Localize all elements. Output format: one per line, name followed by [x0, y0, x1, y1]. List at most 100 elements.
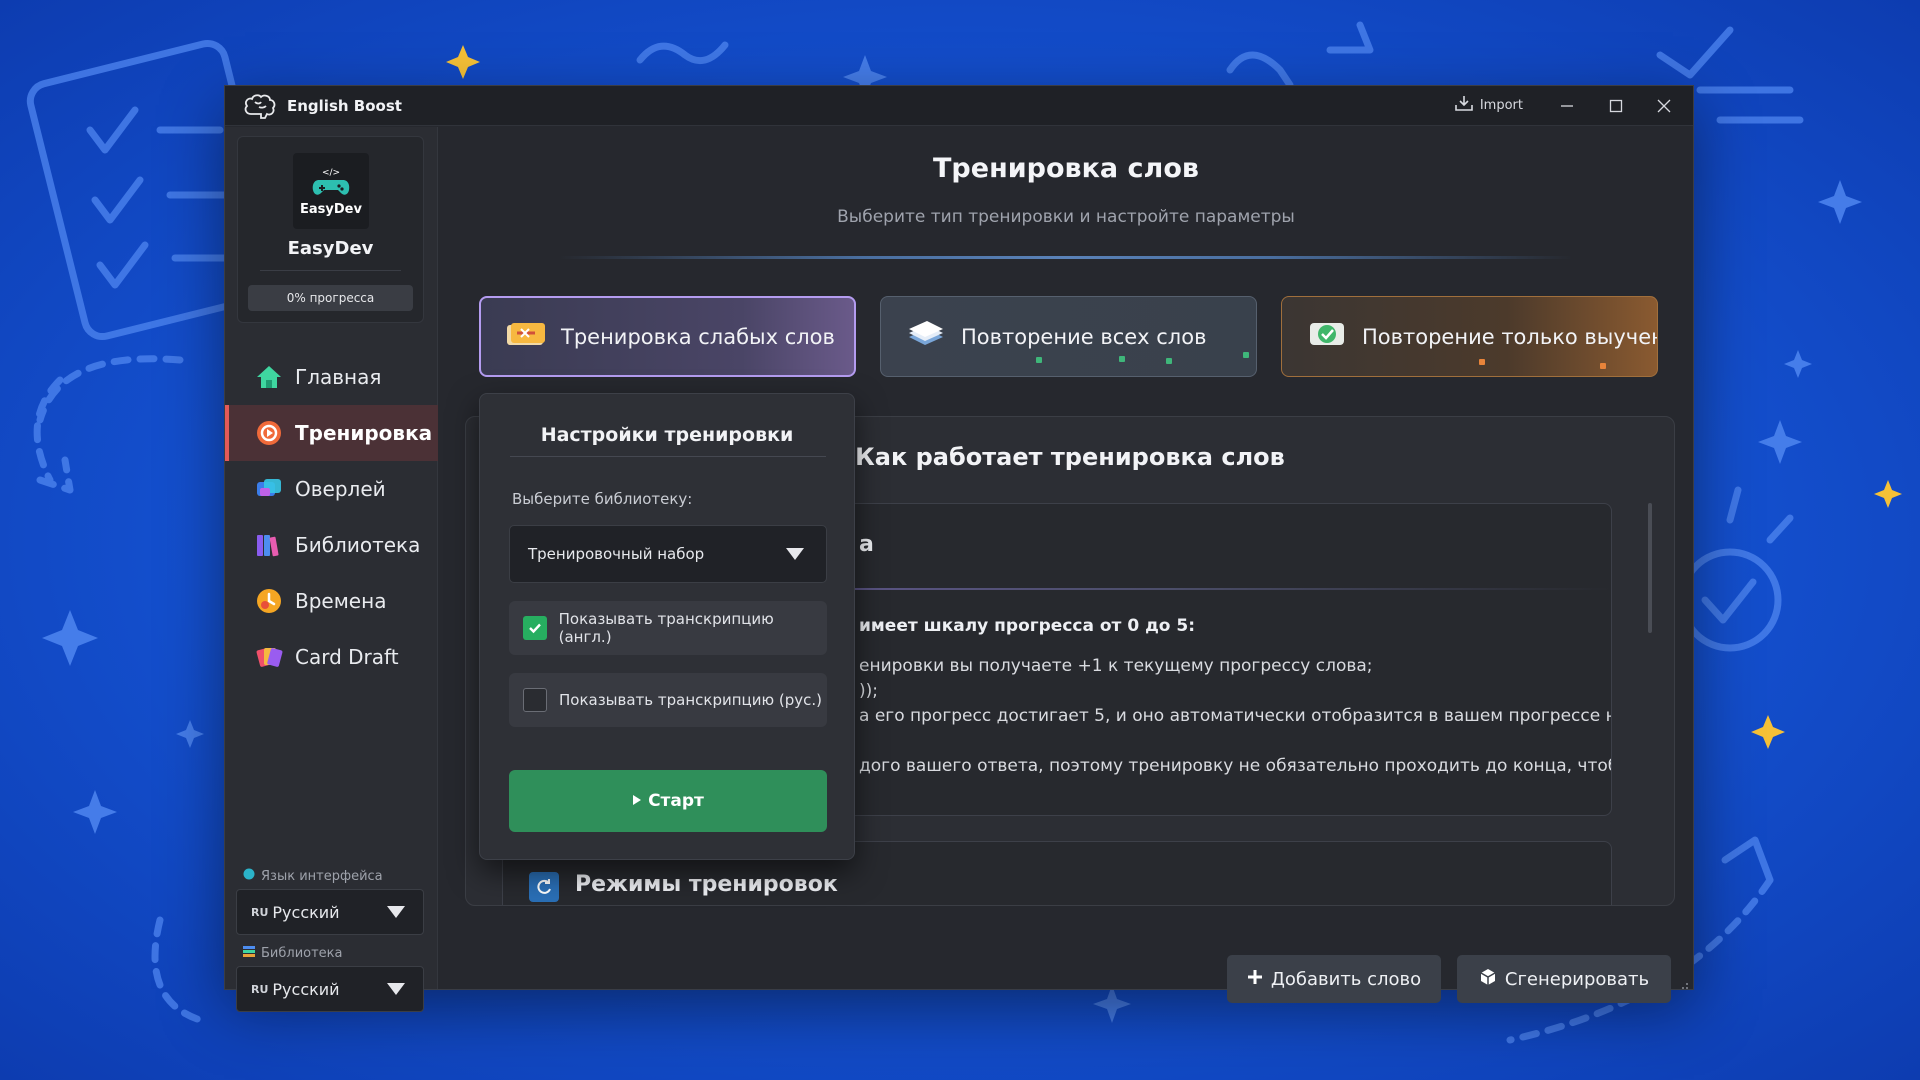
sidebar-item-label: Библиотека [295, 533, 421, 557]
generate-button[interactable]: Сгенерировать [1457, 955, 1671, 1003]
app-title: English Boost [287, 96, 402, 115]
close-icon [1657, 99, 1671, 113]
checkbox-unchecked-icon[interactable] [523, 688, 547, 712]
page-title: Тренировка слов [933, 153, 1199, 184]
sidebar-item-library[interactable]: Библиотека [225, 517, 438, 573]
card-draft-icon [255, 643, 283, 671]
gamepad-icon: </> [312, 168, 350, 195]
learned-words-icon [1306, 319, 1348, 354]
mode-label: Тренировка слабых слов [561, 324, 835, 349]
interface-language-label: Язык интерфейса [243, 868, 383, 884]
scrollbar[interactable] [1648, 503, 1652, 633]
brain-logo-icon [243, 91, 277, 121]
library-language-label: Библиотека [243, 945, 343, 961]
overlay-icon [255, 475, 283, 503]
app-window: English Boost Import </> EasyDev EasyDev… [224, 85, 1694, 1012]
training-settings-popup: Настройки тренировки Выберите библиотеку… [479, 393, 855, 860]
cube-icon [1479, 968, 1497, 991]
sidebar-item-label: Тренировка [295, 421, 433, 445]
maximize-button[interactable] [1601, 92, 1631, 120]
play-icon [632, 791, 642, 811]
sidebar: </> EasyDev EasyDev 0% прогресса Главная [225, 127, 438, 1012]
info-line: )); [859, 681, 878, 701]
info-line: имеет шкалу прогресса от 0 до 5: [859, 616, 1196, 636]
show-transcription-en-checkbox[interactable]: Показывать транскрипцию (англ.) [509, 601, 827, 655]
library-language-label-text: Библиотека [261, 945, 343, 961]
import-label: Import [1479, 97, 1523, 113]
mode-weak-words[interactable]: Тренировка слабых слов [479, 296, 856, 377]
close-button[interactable] [1649, 92, 1679, 120]
mode-learned-words[interactable]: Повторение только выученн [1281, 296, 1658, 377]
chevron-down-icon [387, 906, 405, 918]
refresh-icon [529, 872, 559, 902]
sidebar-item-training[interactable]: Тренировка [225, 405, 438, 461]
import-icon [1454, 94, 1474, 116]
show-transcription-ru-checkbox[interactable]: Показывать транскрипцию (рус.) [509, 673, 827, 727]
weak-words-icon [505, 319, 547, 354]
maximize-icon [1609, 99, 1623, 113]
svg-text:</>: </> [322, 168, 340, 178]
minimize-icon [1561, 105, 1573, 107]
sidebar-item-home[interactable]: Главная [225, 349, 438, 405]
settings-title: Настройки тренировки [540, 424, 794, 446]
library-icon [255, 531, 283, 559]
info-line: а его прогресс достигает 5, и оно автома… [859, 706, 1612, 726]
sidebar-item-label: Времена [295, 589, 387, 613]
library-label: Выберите библиотеку: [512, 490, 693, 508]
chevron-down-icon [786, 548, 804, 560]
resize-grip-icon[interactable] [1679, 975, 1689, 989]
library-select-value: Тренировочный набор [528, 545, 705, 563]
start-button[interactable]: Старт [509, 770, 827, 832]
interface-language-label-text: Язык интерфейса [261, 868, 383, 884]
sidebar-nav: Главная Тренировка Оверлей Библиотека Вр… [225, 349, 438, 685]
avatar-label: EasyDev [300, 201, 362, 217]
sidebar-item-tenses[interactable]: Времена [225, 573, 438, 629]
import-button[interactable]: Import [1454, 94, 1523, 116]
minimize-button[interactable] [1552, 92, 1582, 120]
generate-label: Сгенерировать [1504, 968, 1650, 990]
mode-all-words[interactable]: Повторение всех слов [880, 296, 1257, 377]
modes-title: Режимы тренировок [575, 872, 838, 897]
profile-divider [260, 270, 401, 271]
library-language-select[interactable]: RU Русский [236, 966, 424, 1012]
select-value: Русский [272, 902, 340, 922]
interface-language-select[interactable]: RU Русский [236, 889, 424, 935]
mode-label: Повторение только выученн [1362, 324, 1658, 349]
progress-badge: 0% прогресса [248, 285, 413, 311]
decor-dot [1243, 352, 1249, 358]
training-icon [255, 419, 283, 447]
sidebar-item-label: Card Draft [295, 645, 399, 669]
sidebar-item-label: Главная [295, 365, 382, 389]
books-icon [243, 945, 255, 961]
title-divider [559, 256, 1573, 259]
info-line: дого вашего ответа, поэтому тренировку н… [859, 756, 1612, 776]
checkbox-checked-icon[interactable] [523, 616, 547, 640]
select-value: Русский [272, 979, 340, 999]
main-content: Тренировка слов Выберите тип тренировки … [439, 127, 1693, 1003]
home-icon [255, 363, 283, 391]
add-word-button[interactable]: Добавить слово [1227, 955, 1441, 1003]
decor-dot [1600, 363, 1606, 369]
library-select[interactable]: Тренировочный набор [509, 525, 827, 583]
info-line: енировки вы получаете +1 к текущему прог… [859, 656, 1373, 676]
sidebar-item-card-draft[interactable]: Card Draft [225, 629, 438, 685]
settings-divider [510, 456, 826, 457]
sidebar-item-overlay[interactable]: Оверлей [225, 461, 438, 517]
sidebar-item-label: Оверлей [295, 477, 386, 501]
start-label: Старт [648, 791, 704, 811]
flag-ru: RU [251, 982, 269, 996]
checkbox-label: Показывать транскрипцию (рус.) [559, 691, 823, 709]
add-word-label: Добавить слово [1270, 968, 1422, 990]
all-words-icon [905, 319, 947, 354]
page-subtitle: Выберите тип тренировки и настройте пара… [837, 207, 1295, 227]
profile-name: EasyDev [287, 238, 374, 259]
profile-card: </> EasyDev EasyDev 0% прогресса [237, 136, 424, 323]
flag-ru: RU [251, 905, 269, 919]
globe-icon [243, 868, 255, 884]
plus-icon [1247, 969, 1263, 990]
checkbox-label: Показывать транскрипцию (англ.) [558, 610, 774, 646]
chevron-down-icon [387, 983, 405, 995]
decor-dot [1036, 357, 1042, 363]
avatar[interactable]: </> EasyDev [293, 153, 369, 229]
decor-dot [1479, 359, 1485, 365]
